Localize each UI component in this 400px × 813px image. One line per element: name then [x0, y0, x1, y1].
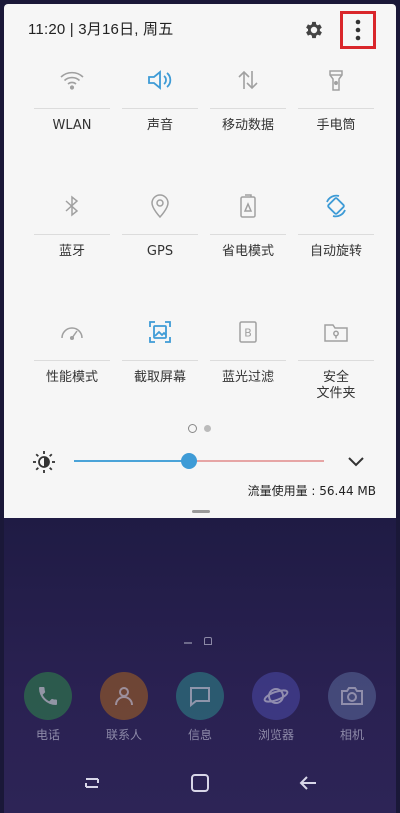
home-indicator-icon	[204, 637, 212, 645]
camera-icon	[341, 687, 363, 705]
app-camera[interactable]: 相机	[322, 672, 382, 744]
location-icon	[151, 194, 169, 219]
flashlight-icon	[329, 70, 343, 91]
bluetooth-icon	[65, 195, 79, 217]
more-options-button[interactable]	[340, 11, 376, 49]
battery-saver-icon	[240, 194, 256, 218]
page-dot	[204, 425, 211, 432]
tile-auto-rotate[interactable]: 自动旋转	[292, 178, 380, 294]
quick-settings-panel: 11:20 | 3月16日, 周五 WLAN 声音 移动数据 手电筒 蓝牙 GP…	[4, 4, 396, 518]
tile-gps[interactable]: GPS	[116, 178, 204, 294]
tile-sound[interactable]: 声音	[116, 52, 204, 168]
tile-secure-folder[interactable]: 安全 文件夹	[292, 304, 380, 420]
settings-button[interactable]	[300, 16, 328, 44]
phone-icon	[39, 687, 57, 705]
home-page-indicator	[184, 637, 214, 647]
status-time-date: 11:20 | 3月16日, 周五	[28, 21, 174, 38]
tile-screenshot[interactable]: 截取屏幕	[116, 304, 204, 420]
browser-icon	[263, 688, 289, 704]
tile-flashlight[interactable]: 手电筒	[292, 52, 380, 168]
tile-power-saving[interactable]: 省电模式	[204, 178, 292, 294]
brightness-slider-fill	[74, 460, 189, 462]
tile-label: 移动数据	[221, 118, 274, 133]
secure-folder-icon	[324, 324, 348, 342]
auto-rotate-icon	[326, 194, 346, 218]
expand-chevron-button[interactable]	[344, 452, 368, 472]
tile-mobile-data[interactable]: 移动数据	[204, 52, 292, 168]
app-label: 浏览器	[257, 728, 294, 742]
app-label: 信息	[187, 728, 212, 742]
tile-wlan[interactable]: WLAN	[28, 52, 116, 168]
blue-light-filter-icon: B	[239, 321, 257, 343]
panel-drag-handle[interactable]	[192, 510, 210, 513]
page-dot-active	[188, 424, 197, 433]
home-square-icon	[191, 774, 209, 792]
tile-label: 声音	[146, 118, 173, 133]
brightness-slider-thumb[interactable]	[181, 453, 197, 469]
recent-apps-icon	[85, 778, 99, 788]
brightness-slider[interactable]	[74, 453, 324, 469]
back-arrow-icon	[299, 776, 316, 790]
tile-label: WLAN	[52, 118, 92, 133]
tile-label: GPS	[146, 244, 174, 259]
brightness-icon	[33, 451, 55, 473]
tile-label: 蓝牙	[58, 244, 85, 259]
quick-settings-row: 性能模式 截取屏幕 B 蓝光过滤 安全 文件夹	[28, 304, 380, 420]
svg-text:B: B	[244, 327, 252, 340]
screenshot-icon	[149, 321, 171, 343]
more-vertical-icon	[355, 19, 361, 41]
tile-label: 安全 文件夹	[316, 370, 356, 401]
app-phone[interactable]: 电话	[18, 672, 78, 744]
app-label: 联系人	[105, 728, 142, 742]
app-messages[interactable]: 信息	[170, 672, 230, 744]
sound-icon	[148, 70, 172, 90]
recent-apps-button[interactable]	[80, 771, 104, 795]
app-browser[interactable]: 浏览器	[246, 672, 306, 744]
tile-label: 省电模式	[221, 244, 274, 259]
status-bar: 11:20 | 3月16日, 周五	[4, 4, 396, 52]
tile-performance-mode[interactable]: 性能模式	[28, 304, 116, 420]
page-indicator	[188, 424, 218, 434]
performance-icon	[61, 327, 83, 341]
quick-settings-row: 蓝牙 GPS 省电模式 自动旋转	[28, 178, 380, 294]
app-label: 相机	[339, 728, 364, 742]
back-button[interactable]	[296, 771, 320, 795]
home-button[interactable]	[188, 771, 212, 795]
messages-icon	[190, 687, 210, 708]
app-label: 电话	[35, 728, 60, 742]
tile-label: 手电筒	[316, 118, 356, 133]
navigation-bar	[4, 763, 396, 803]
contacts-icon	[115, 687, 133, 706]
wifi-icon	[60, 71, 84, 90]
tile-blue-light-filter[interactable]: B 蓝光过滤	[204, 304, 292, 420]
tile-label: 蓝光过滤	[221, 370, 274, 385]
tile-bluetooth[interactable]: 蓝牙	[28, 178, 116, 294]
app-contacts[interactable]: 联系人	[94, 672, 154, 744]
gear-icon	[306, 21, 322, 39]
home-screen: 电话 联系人 信息 浏览器 相机	[4, 518, 396, 813]
tile-label: 截取屏幕	[133, 370, 186, 385]
tile-label: 自动旋转	[309, 244, 362, 259]
mobile-data-icon	[238, 70, 258, 90]
tile-label: 性能模式	[45, 370, 98, 385]
quick-settings-row: WLAN 声音 移动数据 手电筒	[28, 52, 380, 168]
data-usage-text: 流量使用量 : 56.44 MB	[247, 484, 376, 498]
chevron-down-icon	[348, 457, 364, 467]
